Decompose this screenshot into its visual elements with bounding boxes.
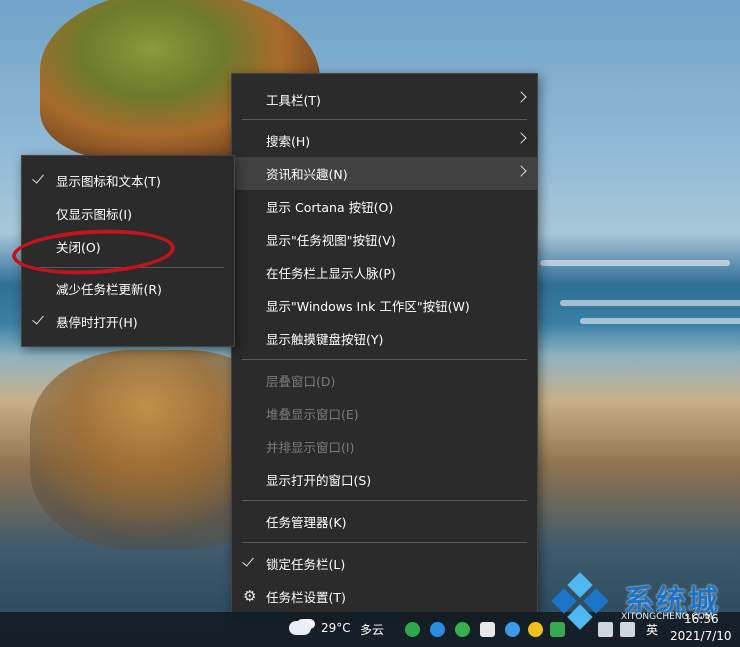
- menu-item-label: 资讯和兴趣(N): [266, 167, 348, 182]
- submenu-item-show-icon-only[interactable]: 仅显示图标(I): [22, 197, 234, 230]
- menu-item-label: 减少任务栏更新(R): [56, 282, 162, 297]
- menu-item-show-desktop[interactable]: 显示打开的窗口(S): [232, 463, 537, 496]
- menu-item-label: 堆叠显示窗口(E): [266, 407, 359, 422]
- gear-icon: ⚙: [243, 587, 257, 605]
- notification-bell-icon[interactable]: [480, 622, 495, 637]
- chevron-right-icon: [515, 165, 527, 177]
- checkmark-icon: [32, 312, 44, 325]
- menu-item-label: 悬停时打开(H): [56, 315, 138, 330]
- logo-diamond-icon: [567, 604, 593, 630]
- menu-item-label: 任务栏设置(T): [266, 590, 346, 605]
- weather-temperature[interactable]: 29°C: [321, 621, 351, 635]
- cloud-icon[interactable]: [289, 621, 311, 635]
- menu-item-task-manager[interactable]: 任务管理器(K): [232, 505, 537, 538]
- watermark-url: XITONGCHENG.COM: [621, 612, 713, 622]
- menu-separator: [242, 500, 527, 501]
- menu-item-label: 显示"Windows Ink 工作区"按钮(W): [266, 299, 470, 314]
- menu-item-label: 显示"任务视图"按钮(V): [266, 233, 396, 248]
- menu-item-lock-taskbar[interactable]: 锁定任务栏(L): [232, 547, 537, 580]
- menu-item-label: 锁定任务栏(L): [266, 557, 346, 572]
- menu-item-side-by-side: 并排显示窗口(I): [232, 430, 537, 463]
- submenu-item-open-on-hover[interactable]: 悬停时打开(H): [22, 305, 234, 338]
- menu-item-label: 工具栏(T): [266, 93, 321, 108]
- submenu-item-show-icon-and-text[interactable]: 显示图标和文本(T): [22, 164, 234, 197]
- wallpaper-wave: [580, 318, 740, 324]
- site-watermark: 系统城 XITONGCHENG.COM: [549, 570, 739, 640]
- chevron-right-icon: [515, 132, 527, 144]
- app-tray-icon[interactable]: [455, 622, 470, 637]
- menu-item-show-people[interactable]: 在任务栏上显示人脉(P): [232, 256, 537, 289]
- menu-item-label: 显示图标和文本(T): [56, 174, 161, 189]
- checkmark-icon: [242, 554, 254, 567]
- menu-item-show-task-view[interactable]: 显示"任务视图"按钮(V): [232, 223, 537, 256]
- menu-item-label: 显示 Cortana 按钮(O): [266, 200, 394, 215]
- menu-item-taskbar-settings[interactable]: ⚙ 任务栏设置(T): [232, 580, 537, 613]
- checkmark-icon: [32, 171, 44, 184]
- menu-item-label: 层叠窗口(D): [266, 374, 336, 389]
- menu-item-label: 搜索(H): [266, 134, 311, 149]
- menu-item-news-and-interests[interactable]: 资讯和兴趣(N): [232, 157, 537, 190]
- app-tray-icon[interactable]: [528, 622, 543, 637]
- logo-diamond-icon: [583, 588, 609, 614]
- wechat-icon[interactable]: [405, 622, 420, 637]
- menu-item-show-cortana[interactable]: 显示 Cortana 按钮(O): [232, 190, 537, 223]
- menu-item-toolbars[interactable]: 工具栏(T): [232, 83, 537, 116]
- menu-separator: [242, 119, 527, 120]
- menu-item-label: 仅显示图标(I): [56, 207, 132, 222]
- menu-item-label: 任务管理器(K): [266, 515, 347, 530]
- menu-separator: [242, 359, 527, 360]
- menu-item-show-touch-keyboard[interactable]: 显示触摸键盘按钮(Y): [232, 322, 537, 355]
- taskbar-context-menu: 工具栏(T) 搜索(H) 资讯和兴趣(N) 显示 Cortana 按钮(O) 显…: [231, 73, 538, 623]
- submenu-item-reduce-updates[interactable]: 减少任务栏更新(R): [22, 272, 234, 305]
- menu-item-label: 显示打开的窗口(S): [266, 473, 372, 488]
- menu-item-label: 并排显示窗口(I): [266, 440, 355, 455]
- wallpaper-wave: [560, 300, 740, 306]
- weather-description[interactable]: 多云: [360, 621, 384, 638]
- menu-item-show-ink-workspace[interactable]: 显示"Windows Ink 工作区"按钮(W): [232, 289, 537, 322]
- wallpaper-wave: [540, 260, 730, 266]
- menu-item-cascade-windows: 层叠窗口(D): [232, 364, 537, 397]
- app-tray-icon[interactable]: [505, 622, 520, 637]
- chevron-right-icon: [515, 91, 527, 103]
- menu-item-stack-windows: 堆叠显示窗口(E): [232, 397, 537, 430]
- menu-item-label: 显示触摸键盘按钮(Y): [266, 332, 384, 347]
- menu-item-label: 在任务栏上显示人脉(P): [266, 266, 396, 281]
- app-tray-icon[interactable]: [430, 622, 445, 637]
- menu-item-search[interactable]: 搜索(H): [232, 124, 537, 157]
- menu-separator: [242, 542, 527, 543]
